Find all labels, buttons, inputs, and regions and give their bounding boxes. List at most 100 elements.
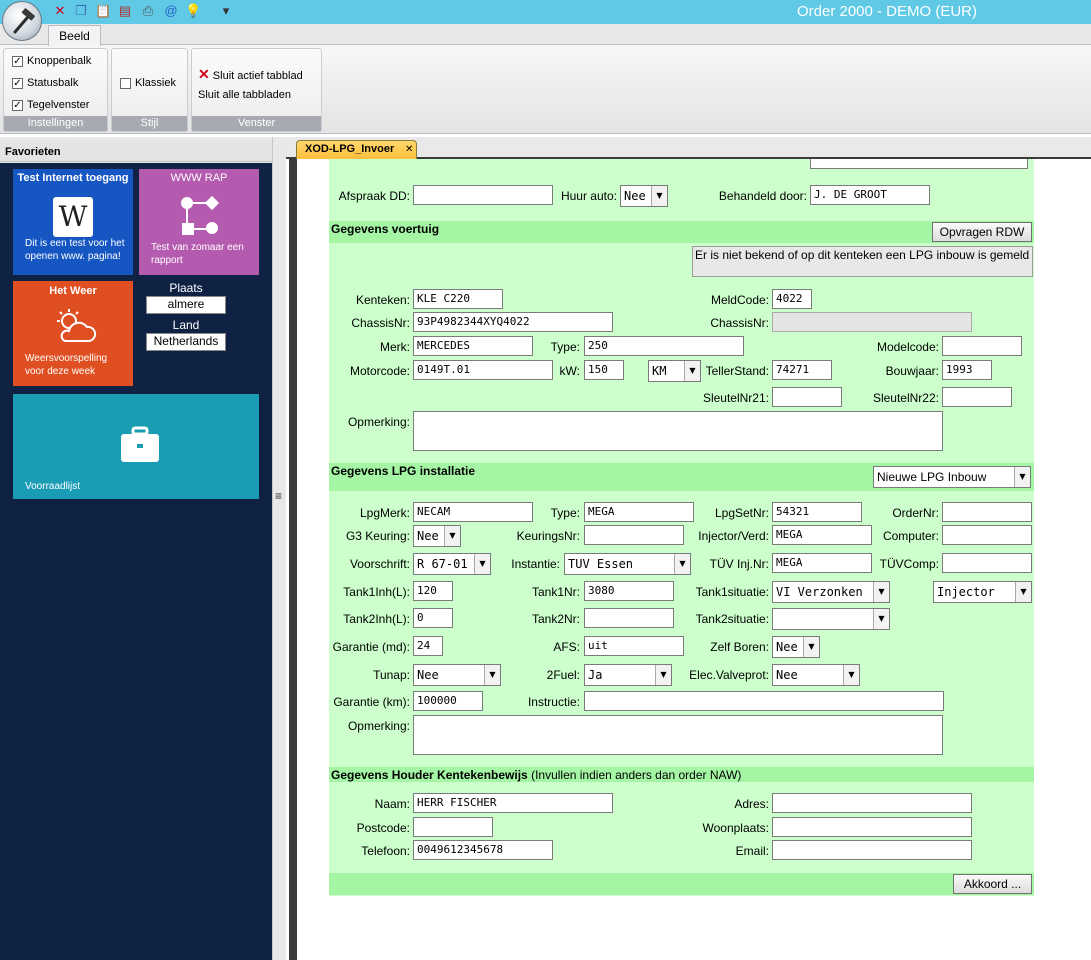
twofuel-select[interactable]: Ja ▼ xyxy=(584,664,672,686)
checkbox-statusbalk[interactable]: ✓ Statusbalk xyxy=(12,77,78,89)
instructie-label: Instructie: xyxy=(527,695,580,709)
land-field[interactable]: Netherlands xyxy=(146,333,226,351)
checkbox-knoppenbalk[interactable]: ✓ Knoppenbalk xyxy=(12,55,91,67)
opvragen-rdw-button[interactable]: Opvragen RDW xyxy=(932,222,1032,242)
kenteken-field[interactable]: KLE C220 xyxy=(413,289,503,309)
select-value: R 67-01 xyxy=(417,557,468,571)
woonplaats-field[interactable] xyxy=(772,817,972,837)
garantie-km-field[interactable]: 100000 xyxy=(413,691,483,711)
email-icon[interactable]: @ xyxy=(163,3,179,19)
tile-het-weer[interactable]: Het Weer Weersvoorspelling voor deze wee… xyxy=(13,281,133,386)
close-active-tab-button[interactable]: ✕ Sluit actief tabblad xyxy=(198,66,303,83)
copy-icon[interactable]: ❐ xyxy=(73,3,89,19)
computer-field[interactable] xyxy=(942,525,1032,545)
tellerstand-field[interactable]: 74271 xyxy=(772,360,832,380)
instructie-field[interactable] xyxy=(584,691,944,711)
huurauto-select[interactable]: Nee ▼ xyxy=(620,185,668,207)
afspraak-field[interactable] xyxy=(413,185,553,205)
chevron-down-icon: ▼ xyxy=(803,637,819,657)
naam-field[interactable]: HERR FISCHER xyxy=(413,793,613,813)
lpgtype-label: Type: xyxy=(550,506,580,520)
chassisnr-field[interactable]: 93P4982344XYQ4022 xyxy=(413,312,613,332)
akkoord-button[interactable]: Akkoord ... xyxy=(953,874,1032,894)
print-icon[interactable]: ⎙ xyxy=(140,3,156,19)
postcode-field[interactable] xyxy=(413,817,493,837)
tuvinj-field[interactable]: MEGA xyxy=(772,553,872,573)
lpgsetnr-field[interactable]: 54321 xyxy=(772,502,862,522)
checkbox-unchecked-icon xyxy=(120,77,131,89)
bouwjaar-field[interactable]: 1993 xyxy=(942,360,992,380)
modelcode-field[interactable] xyxy=(942,336,1022,356)
lpg-opmerking-field[interactable] xyxy=(413,715,943,755)
telefoon-label: Telefoon: xyxy=(361,844,410,858)
button-label: Sluit actief tabblad xyxy=(212,70,303,82)
select-value: Nee xyxy=(417,668,439,682)
opmerking-field[interactable] xyxy=(413,411,943,451)
paste-icon[interactable]: 📋 xyxy=(95,3,111,19)
tile-voorraadlijst[interactable]: Voorraadlijst xyxy=(13,394,259,499)
close-tab-icon[interactable]: ✕ xyxy=(405,144,413,155)
type-field[interactable]: 250 xyxy=(584,336,744,356)
tank1inh-field[interactable]: 120 xyxy=(413,581,453,601)
opmerking-label: Opmerking: xyxy=(347,415,410,429)
adres-field[interactable] xyxy=(772,793,972,813)
checkbox-checked-icon: ✓ xyxy=(12,55,23,67)
email-field[interactable] xyxy=(772,840,972,860)
kw-field[interactable]: 150 xyxy=(584,360,624,380)
g3keuring-select[interactable]: Nee ▼ xyxy=(413,525,461,547)
sidebar-splitter[interactable]: ≡ xyxy=(272,137,286,960)
modelcode-label: Modelcode: xyxy=(876,340,939,354)
tunap-select[interactable]: Nee ▼ xyxy=(413,664,501,686)
checkbox-klassiek[interactable]: Klassiek xyxy=(120,77,176,89)
sleutel22-field[interactable] xyxy=(942,387,1012,407)
tile-description: Dit is een test voor het openen www. pag… xyxy=(25,238,125,262)
lightbulb-icon[interactable]: 💡 xyxy=(185,3,201,19)
afs-field[interactable]: uit xyxy=(584,636,684,656)
pdf-icon[interactable]: ▤ xyxy=(117,3,133,19)
injector-select[interactable]: Injector ▼ xyxy=(933,581,1032,603)
partial-select-top[interactable] xyxy=(810,159,1028,169)
afspraak-label: Afspraak DD: xyxy=(338,189,410,203)
behandeld-field[interactable]: J. DE GROOT xyxy=(810,185,930,205)
merk-field[interactable]: MERCEDES xyxy=(413,336,533,356)
merk-label: Merk: xyxy=(380,340,410,354)
meldcode-field[interactable]: 4022 xyxy=(772,289,812,309)
ordernr-field[interactable] xyxy=(942,502,1032,522)
lpgmerk-field[interactable]: NECAM xyxy=(413,502,533,522)
close-icon[interactable]: ✕ xyxy=(52,3,68,19)
tile-www-rap[interactable]: WWW RAP Test van zomaar een rapport xyxy=(139,169,259,275)
zelfboren-select[interactable]: Nee ▼ xyxy=(772,636,820,658)
injector-field[interactable]: MEGA xyxy=(772,525,872,545)
voorschrift-select[interactable]: R 67-01 ▼ xyxy=(413,553,491,575)
tuvcomp-field[interactable] xyxy=(942,553,1032,573)
plaats-field[interactable]: almere xyxy=(146,296,226,314)
customize-arrow-icon[interactable]: ▾ xyxy=(218,3,234,19)
tank2nr-field[interactable] xyxy=(584,608,674,628)
select-value: VI Verzonken xyxy=(776,585,863,599)
sleutel21-field[interactable] xyxy=(772,387,842,407)
application-menu-button[interactable] xyxy=(2,1,42,41)
garantie-md-field[interactable]: 24 xyxy=(413,636,443,656)
motorcode-field[interactable]: 0149T.01 xyxy=(413,360,553,380)
tank1nr-field[interactable]: 3080 xyxy=(584,581,674,601)
tab-beeld[interactable]: Beeld xyxy=(48,25,101,46)
telefoon-field[interactable]: 0049612345678 xyxy=(413,840,553,860)
unit-select[interactable]: KM ▼ xyxy=(648,360,701,382)
instantie-select[interactable]: TUV Essen ▼ xyxy=(564,553,691,575)
tank2situatie-select[interactable]: ▼ xyxy=(772,608,890,630)
chevron-down-icon: ▼ xyxy=(1015,582,1031,602)
elecvalveprot-select[interactable]: Nee ▼ xyxy=(772,664,860,686)
inbouw-select[interactable]: Nieuwe LPG Inbouw ▼ xyxy=(873,466,1031,488)
lpgtype-field[interactable]: MEGA xyxy=(584,502,694,522)
plaats-label: Plaats xyxy=(169,281,203,295)
meldcode-label: MeldCode: xyxy=(710,293,769,307)
tile-title: Het Weer xyxy=(49,285,97,297)
checkbox-tegelvenster[interactable]: ✓ Tegelvenster xyxy=(12,99,89,111)
tile-test-internet[interactable]: Test Internet toegang W Dit is een test … xyxy=(13,169,133,275)
tank1situatie-select[interactable]: VI Verzonken ▼ xyxy=(772,581,890,603)
tab-xod-lpg-invoer[interactable]: XOD-LPG_Invoer ✕ xyxy=(296,140,417,159)
bouwjaar-label: Bouwjaar: xyxy=(885,364,939,378)
tank2inh-field[interactable]: 0 xyxy=(413,608,453,628)
keuringsnr-field[interactable] xyxy=(584,525,684,545)
close-all-tabs-button[interactable]: Sluit alle tabbladen xyxy=(198,89,291,101)
